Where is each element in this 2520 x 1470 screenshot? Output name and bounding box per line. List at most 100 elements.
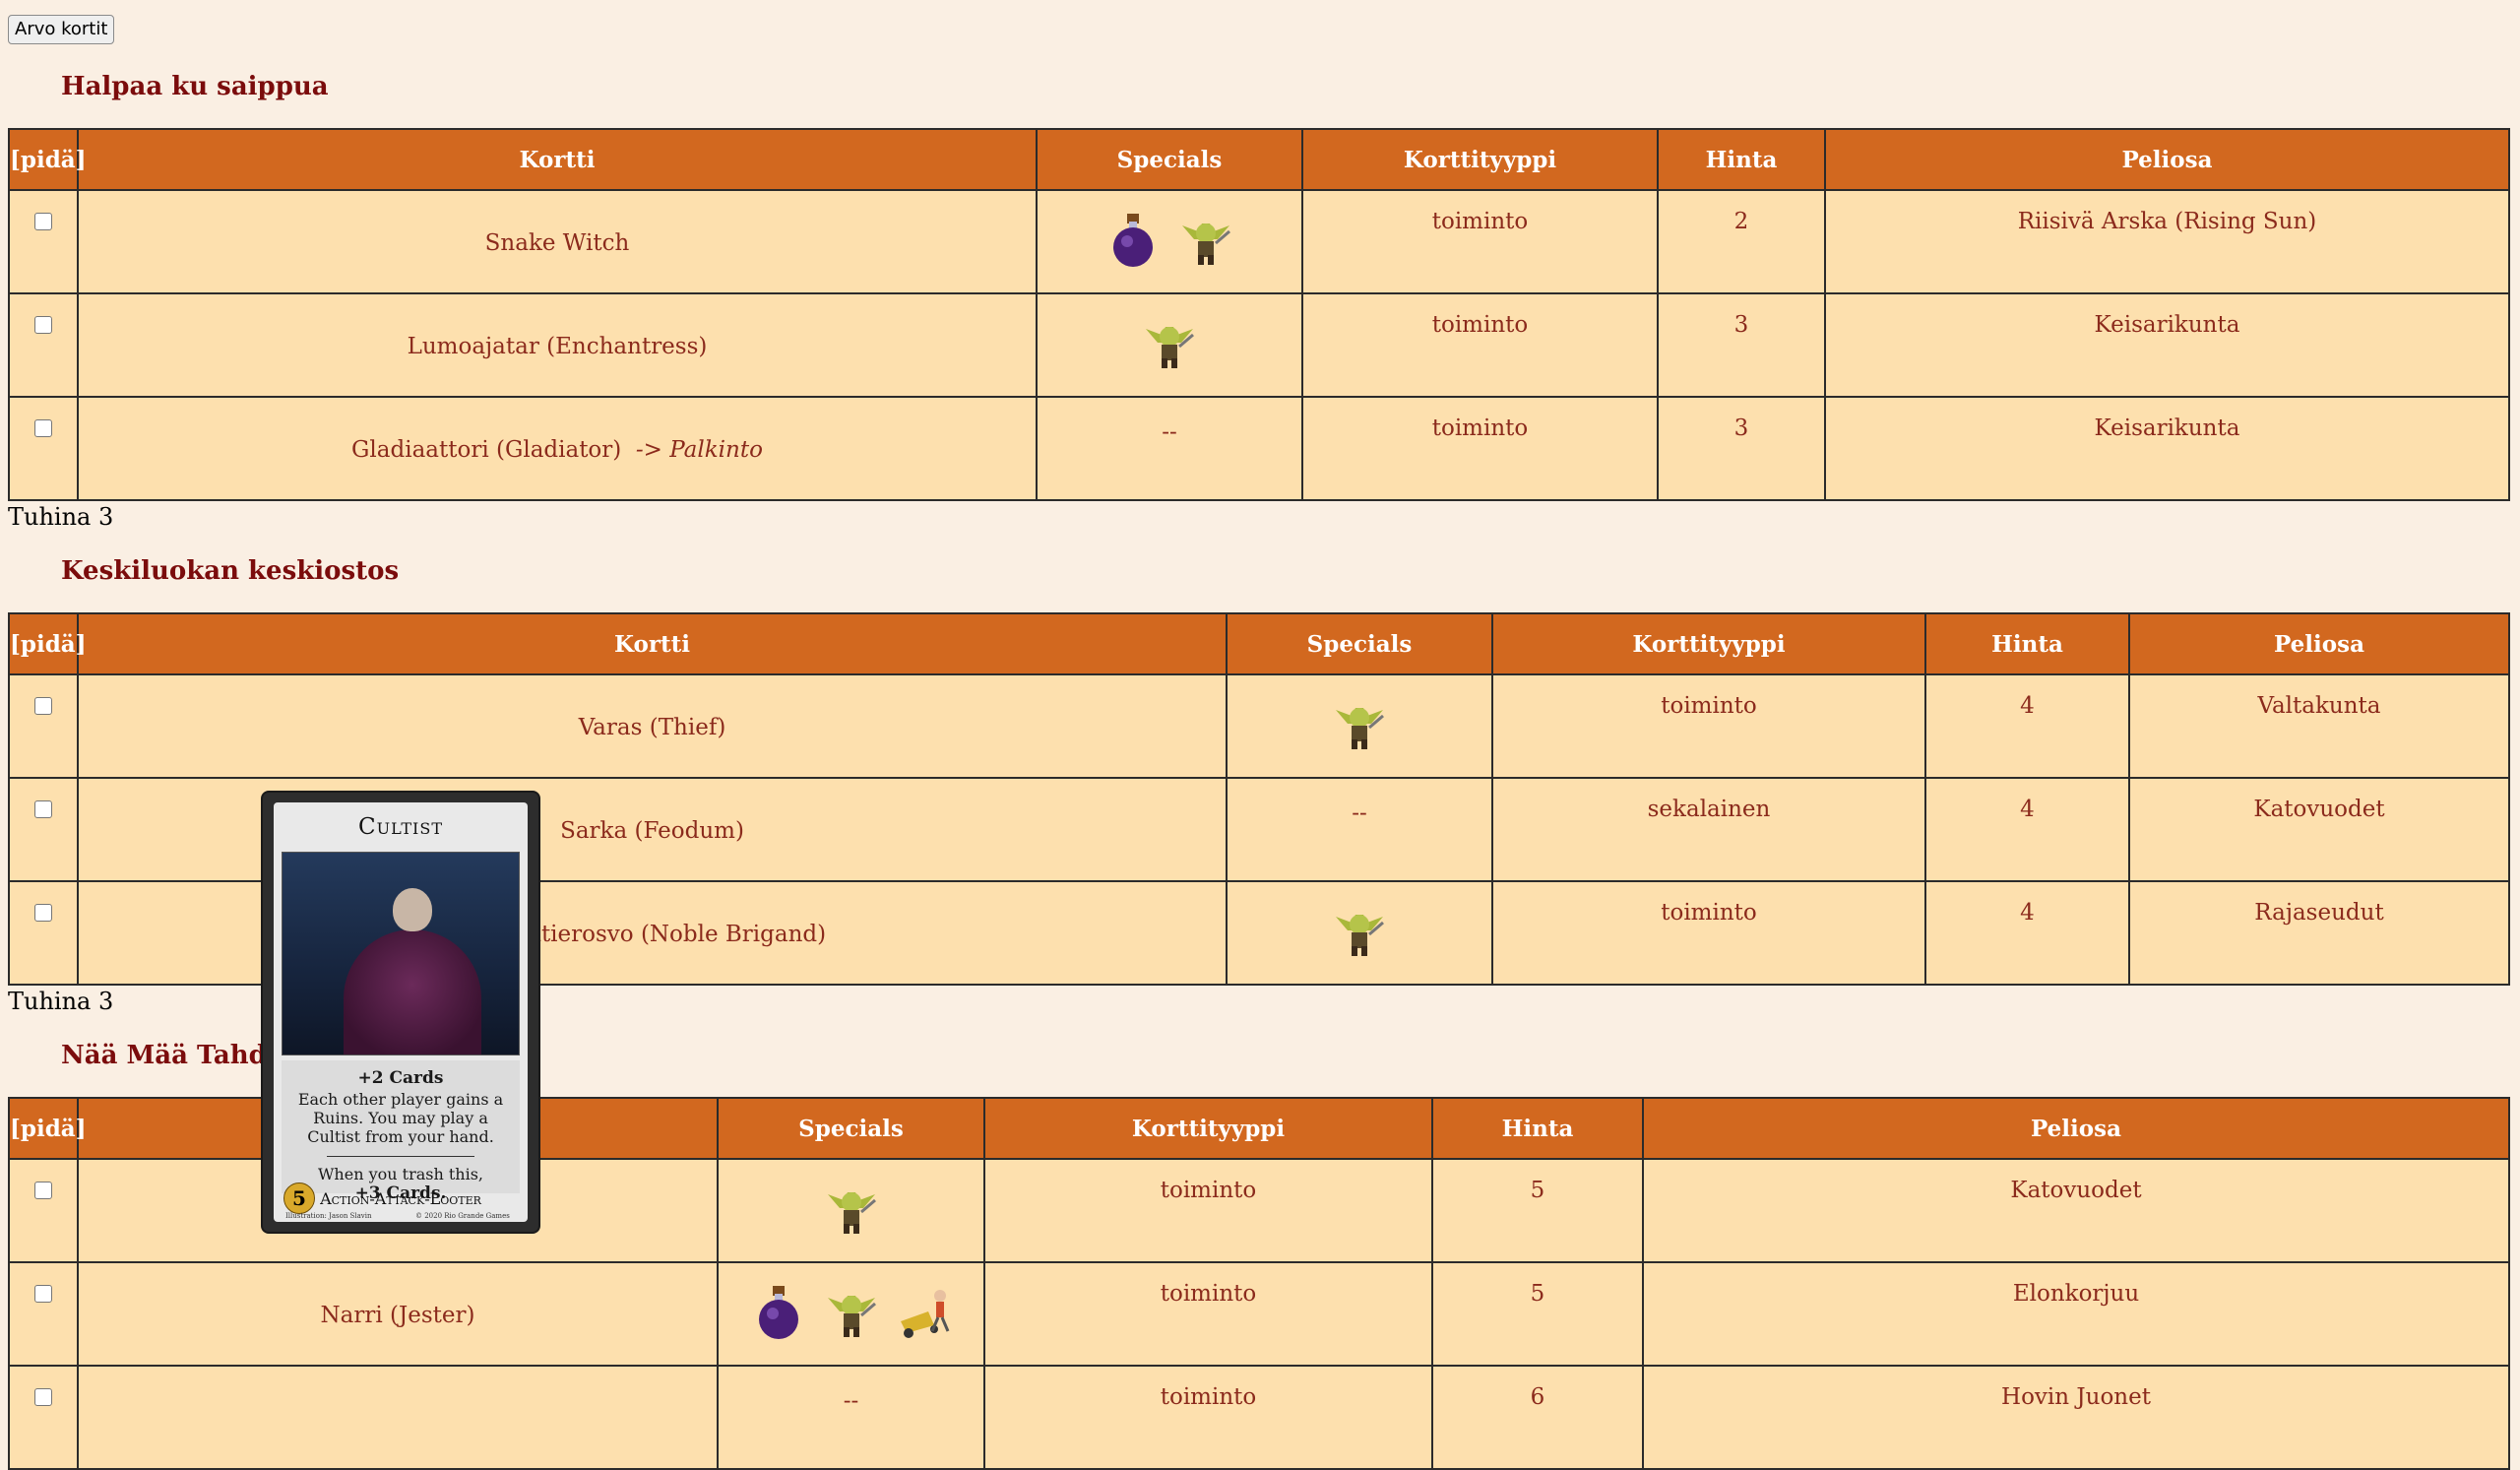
card-cost: 3 bbox=[1733, 415, 1749, 441]
col-keep: [pidä] bbox=[8, 128, 87, 191]
card-text-box: +2 Cards Each other player gains a Ruins… bbox=[282, 1060, 520, 1203]
card-type: toiminto bbox=[1661, 693, 1757, 719]
keep-checkbox[interactable] bbox=[34, 316, 52, 334]
card-set: Keisarikunta bbox=[2094, 312, 2240, 338]
card-cell: Gladiaattori (Gladiator) -> Palkinto bbox=[77, 396, 1038, 501]
card-name[interactable]: Lumoajatar (Enchantress) bbox=[408, 334, 708, 359]
col-cost: Hinta bbox=[1431, 1097, 1644, 1160]
specials-cell bbox=[1226, 880, 1493, 986]
set-cell: Elonkorjuu bbox=[1642, 1261, 2510, 1367]
card-effect-text: Each other player gains a Ruins. You may… bbox=[297, 1090, 504, 1146]
keep-checkbox[interactable] bbox=[34, 419, 52, 437]
trash-count: Tuhina 3 bbox=[8, 503, 114, 531]
card-cell: Lumoajatar (Enchantress) bbox=[77, 292, 1038, 398]
card-name[interactable]: Gladiaattori (Gladiator) bbox=[351, 437, 621, 463]
keep-checkbox[interactable] bbox=[34, 904, 52, 922]
potion-icon bbox=[758, 1286, 798, 1339]
specials-cell bbox=[717, 1158, 985, 1263]
potion-icon bbox=[1113, 214, 1153, 267]
goblin-icon bbox=[1336, 915, 1384, 956]
card-type: toiminto bbox=[1431, 209, 1529, 234]
type-cell: toiminto bbox=[983, 1158, 1433, 1263]
card-type: toiminto bbox=[1160, 1178, 1257, 1203]
specials-none: -- bbox=[1162, 419, 1177, 445]
keep-checkbox[interactable] bbox=[34, 1182, 52, 1199]
cost-cell: 2 bbox=[1657, 189, 1826, 294]
card-set: Rajaseudut bbox=[2254, 900, 2384, 926]
keep-cell bbox=[8, 673, 79, 779]
set-cell: Keisarikunta bbox=[1824, 396, 2510, 501]
card-set: Katovuodet bbox=[2253, 797, 2385, 822]
prize-link[interactable]: -> Palkinto bbox=[636, 437, 763, 463]
card-type: toiminto bbox=[1160, 1281, 1257, 1307]
specials-cell bbox=[1226, 673, 1493, 779]
card-cell: Narri (Jester) bbox=[77, 1261, 719, 1367]
specials-cell: -- bbox=[1226, 777, 1493, 882]
col-specials: Specials bbox=[1226, 612, 1493, 675]
specials-none: -- bbox=[1352, 800, 1367, 826]
cart-icon bbox=[900, 1290, 949, 1338]
cost-cell: 4 bbox=[1924, 673, 2130, 779]
card-cost: 4 bbox=[2020, 797, 2035, 822]
keep-checkbox[interactable] bbox=[34, 697, 52, 715]
specials-cell bbox=[1036, 292, 1303, 398]
card-name[interactable]: Narri (Jester) bbox=[321, 1303, 475, 1328]
card-frame: Cultist +2 Cards Each other player gains… bbox=[274, 802, 528, 1222]
cost-cell: 5 bbox=[1431, 1261, 1644, 1367]
set-cell: Hovin Juonet bbox=[1642, 1365, 2510, 1470]
card-set: Keisarikunta bbox=[2094, 415, 2240, 441]
col-type: Korttityyppi bbox=[1491, 612, 1926, 675]
col-set: Peliosa bbox=[1642, 1097, 2510, 1160]
card-copyright: © 2020 Rio Grande Games bbox=[414, 1212, 510, 1220]
keep-checkbox[interactable] bbox=[34, 213, 52, 230]
col-card: Kortti bbox=[77, 128, 1038, 191]
set-cell: Rajaseudut bbox=[2128, 880, 2510, 986]
card-set: Katovuodet bbox=[2010, 1178, 2142, 1203]
type-cell: toiminto bbox=[1301, 292, 1659, 398]
card-name[interactable]: Varas (Thief) bbox=[579, 715, 726, 740]
keep-checkbox[interactable] bbox=[34, 1388, 52, 1406]
keep-cell bbox=[8, 1158, 79, 1263]
card-cost: 5 bbox=[1530, 1281, 1545, 1307]
cost-cell: 4 bbox=[1924, 777, 2130, 882]
type-cell: toiminto bbox=[1301, 189, 1659, 294]
type-cell: toiminto bbox=[983, 1365, 1433, 1470]
cost-cell: 6 bbox=[1431, 1365, 1644, 1470]
col-specials: Specials bbox=[717, 1097, 985, 1160]
set-cell: Riisivä Arska (Rising Sun) bbox=[1824, 189, 2510, 294]
section-title-middle: Keskiluokan keskiostos bbox=[61, 556, 400, 586]
col-cost: Hinta bbox=[1924, 612, 2130, 675]
goblin-icon bbox=[827, 1192, 876, 1234]
table-row: Lumoajatar (Enchantress) toiminto 3 Keis… bbox=[8, 292, 2510, 398]
specials-cell bbox=[717, 1261, 985, 1367]
card-divider bbox=[327, 1156, 474, 1157]
col-keep: [pidä] bbox=[8, 612, 87, 675]
draw-cards-button[interactable]: Arvo kortit bbox=[8, 15, 115, 44]
specials-cell: -- bbox=[717, 1365, 985, 1470]
cost-cell: 3 bbox=[1657, 292, 1826, 398]
specials-cell: -- bbox=[1036, 396, 1303, 501]
card-cell: Varas (Thief) bbox=[77, 673, 1228, 779]
set-cell: Katovuodet bbox=[1642, 1158, 2510, 1263]
cost-cell: 3 bbox=[1657, 396, 1826, 501]
cost-cell: 5 bbox=[1431, 1158, 1644, 1263]
keep-checkbox[interactable] bbox=[34, 1285, 52, 1303]
card-cell: maantierosvo (Noble Brigand) bbox=[77, 880, 1228, 986]
card-set: Elonkorjuu bbox=[2012, 1281, 2140, 1307]
trash-count: Tuhina 3 bbox=[8, 988, 114, 1015]
specials-cell bbox=[1036, 189, 1303, 294]
keep-cell bbox=[8, 1365, 79, 1470]
card-name[interactable]: Snake Witch bbox=[485, 230, 630, 256]
card-illustrator: Illustration: Jason Slavin bbox=[285, 1212, 372, 1220]
card-type: sekalainen bbox=[1647, 797, 1771, 822]
keep-cell bbox=[8, 880, 79, 986]
keep-cell bbox=[8, 777, 79, 882]
card-type: toiminto bbox=[1431, 312, 1529, 338]
col-cost: Hinta bbox=[1657, 128, 1826, 191]
keep-cell bbox=[8, 396, 79, 501]
card-type: toiminto bbox=[1431, 415, 1529, 441]
card-set: Hovin Juonet bbox=[2001, 1384, 2151, 1410]
card-name[interactable]: Sarka (Feodum) bbox=[560, 818, 744, 844]
keep-checkbox[interactable] bbox=[34, 800, 52, 818]
card-illustration bbox=[282, 852, 520, 1055]
